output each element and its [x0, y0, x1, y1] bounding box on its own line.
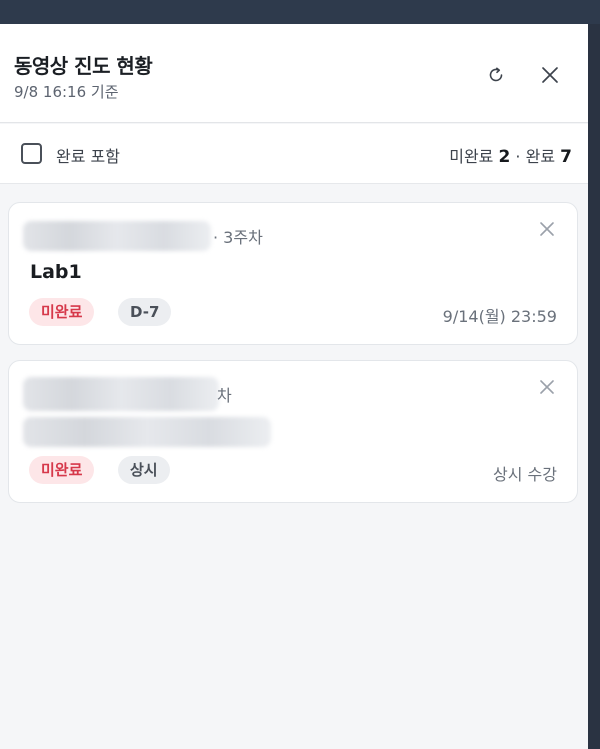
filter-bar: 완료 포함 미완료 2 · 완료 7: [0, 124, 588, 184]
lecture-title: Lab1: [30, 261, 82, 283]
window-right-edge: [588, 24, 600, 749]
dismiss-card-button[interactable]: [535, 217, 559, 241]
video-progress-panel: 동영상 진도 현황 9/8 16:16 기준 완료 포함 미완료 2 · 완료 …: [0, 24, 588, 749]
due-date: 상시 수강: [493, 465, 557, 484]
status-badge: 미완료: [29, 298, 95, 326]
page-subtitle: 9/8 16:16 기준: [14, 83, 119, 101]
lecture-card[interactable]: 차 미완료 상시 상시 수강: [8, 360, 578, 503]
blurred-lecture-title: [23, 417, 271, 447]
status-badge: 미완료: [29, 456, 95, 484]
page-title: 동영상 진도 현황: [14, 54, 153, 78]
progress-counts: 미완료 2 · 완료 7: [449, 143, 572, 167]
dismiss-card-button[interactable]: [535, 375, 559, 399]
refresh-button[interactable]: [482, 61, 510, 89]
close-icon: [540, 222, 554, 236]
close-button[interactable]: [536, 61, 564, 89]
blurred-course-name: [23, 377, 219, 411]
course-week: 차: [217, 386, 232, 405]
due-date: 9/14(월) 23:59: [442, 307, 557, 326]
counts-separator: ·: [515, 147, 521, 166]
include-complete-label[interactable]: 완료 포함: [56, 143, 120, 167]
close-icon: [540, 380, 554, 394]
course-week: · 3주차: [213, 228, 263, 247]
close-icon: [542, 67, 558, 83]
complete-count: 7: [560, 147, 572, 167]
incomplete-label: 미완료: [449, 147, 494, 166]
availability-badge: 상시: [118, 456, 170, 484]
blurred-course-name: [23, 221, 211, 251]
complete-label: 완료: [525, 147, 556, 166]
incomplete-count: 2: [498, 147, 511, 167]
lecture-card[interactable]: · 3주차 Lab1 미완료 D-7 9/14(월) 23:59: [8, 202, 578, 345]
include-complete-checkbox[interactable]: [21, 143, 42, 164]
window-top-bar: [0, 0, 600, 24]
refresh-icon: [489, 67, 503, 82]
panel-header: 동영상 진도 현황 9/8 16:16 기준: [0, 24, 588, 123]
deadline-badge: D-7: [118, 298, 172, 326]
